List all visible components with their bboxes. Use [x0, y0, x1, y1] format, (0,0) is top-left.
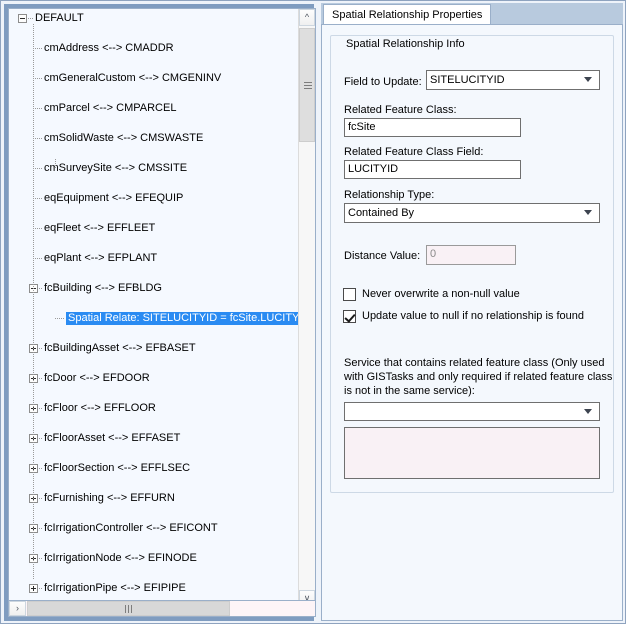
update-null-checkbox[interactable] — [343, 310, 356, 323]
tree-view[interactable]: DEFAULT cmAddress <--> CMADDR cmGeneralCus… — [8, 8, 316, 608]
tab-strip: Spatial Relationship Properties — [321, 3, 623, 25]
tree-node-label: fcFloorSection <--> EFFLSEC — [44, 461, 190, 476]
tree-connector-line — [33, 228, 42, 229]
collapse-toggle-icon[interactable] — [18, 14, 27, 23]
horizontal-scroll-thumb[interactable] — [27, 601, 230, 616]
scroll-thumb-grip-icon — [304, 82, 312, 89]
tree-node[interactable]: eqEquipment <--> EFEQUIP — [9, 191, 298, 206]
related-feature-class-field-label: Related Feature Class Field: — [344, 146, 483, 158]
tree-node[interactable]: Spatial Relate: SITELUCITYID = fcSite.LU… — [9, 311, 298, 326]
tree-node[interactable]: fcIrrigationController <--> EFICONT — [9, 521, 298, 536]
tree-pane: DEFAULT cmAddress <--> CMADDR cmGeneralCus… — [4, 4, 314, 621]
tree-connector-line — [33, 138, 42, 139]
tree-node-label: eqFleet <--> EFFLEET — [44, 221, 155, 236]
distance-value-input[interactable]: 0 — [426, 245, 516, 265]
tree-connector-line — [33, 48, 42, 49]
related-feature-class-input[interactable]: fcSite — [344, 118, 521, 137]
tree-node[interactable]: cmAddress <--> CMADDR — [9, 41, 298, 56]
service-help-line-2: with GISTasks and only required if relat… — [344, 370, 612, 384]
never-overwrite-label: Never overwrite a non-null value — [362, 288, 520, 300]
field-to-update-label: Field to Update: — [344, 76, 422, 88]
tree-node-label: fcBuildingAsset <--> EFBASET — [44, 341, 196, 356]
relationship-type-value: Contained By — [348, 207, 414, 219]
tree-node[interactable]: fcIrrigationNode <--> EFINODE — [9, 551, 298, 566]
field-to-update-value: SITELUCITYID — [430, 74, 505, 86]
tree-node-label: cmSurveySite <--> CMSSITE — [44, 161, 187, 176]
service-detail-textarea[interactable] — [344, 427, 600, 479]
related-feature-class-field-input[interactable]: LUCITYID — [344, 160, 521, 179]
tree-connector-line — [33, 168, 42, 169]
tree-connector-line — [33, 258, 42, 259]
tree-connector-line — [55, 318, 64, 319]
tree-node[interactable]: eqFleet <--> EFFLEET — [9, 221, 298, 236]
tab-spatial-relationship-properties[interactable]: Spatial Relationship Properties — [323, 4, 491, 25]
tree-horizontal-scrollbar[interactable]: ‹ › — [8, 600, 316, 617]
chevron-down-icon — [584, 210, 593, 216]
tree-node-label: cmAddress <--> CMADDR — [44, 41, 174, 56]
tree-viewport: DEFAULT cmAddress <--> CMADDR cmGeneralCus… — [9, 9, 298, 607]
field-to-update-select[interactable]: SITELUCITYID — [426, 70, 600, 90]
tree-node-label: fcFloor <--> EFFLOOR — [44, 401, 156, 416]
tree-node-label: eqPlant <--> EFPLANT — [44, 251, 157, 266]
scroll-thumb-grip-icon — [125, 605, 132, 613]
tree-node[interactable]: eqPlant <--> EFPLANT — [9, 251, 298, 266]
scroll-right-button[interactable]: › — [9, 601, 26, 616]
relationship-type-label: Relationship Type: — [344, 189, 434, 201]
tree-vertical-scrollbar[interactable]: ^ ∨ — [298, 9, 315, 607]
tree-node-label: fcBuilding <--> EFBLDG — [44, 281, 162, 296]
tree-node-label: cmGeneralCustom <--> CMGENINV — [44, 71, 221, 86]
properties-pane: Spatial Relationship Properties Spatial … — [321, 3, 623, 621]
tree-node[interactable]: fcDoor <--> EFDOOR — [9, 371, 298, 386]
tree-node-label-selected: Spatial Relate: SITELUCITYID = fcSite.LU… — [66, 312, 298, 325]
tree-node[interactable]: cmSolidWaste <--> CMSWASTE — [9, 131, 298, 146]
tree-node-list: DEFAULT cmAddress <--> CMADDR cmGeneralCus… — [9, 11, 298, 581]
distance-value-label: Distance Value: — [344, 250, 420, 262]
tree-connector-line — [33, 198, 42, 199]
group-title: Spatial Relationship Info — [343, 38, 468, 50]
tree-node[interactable]: fcBuilding <--> EFBLDG — [9, 281, 298, 296]
tree-node[interactable]: cmSurveySite <--> CMSSITE — [9, 161, 298, 176]
tree-connector-line — [33, 108, 42, 109]
never-overwrite-checkbox[interactable] — [343, 288, 356, 301]
chevron-down-icon — [584, 77, 593, 83]
tree-connector-line — [33, 78, 42, 79]
tree-node-label: fcIrrigationController <--> EFICONT — [44, 521, 218, 536]
service-help-line-1: Service that contains related feature cl… — [344, 356, 604, 370]
tree-node-label: fcFurnishing <--> EFFURN — [44, 491, 175, 506]
tree-node-label: fcFloorAsset <--> EFFASET — [44, 431, 180, 446]
service-help-line-3: is not in the same service): — [344, 384, 475, 398]
tree-node[interactable]: cmGeneralCustom <--> CMGENINV — [9, 71, 298, 86]
tree-subtrunk-line — [55, 159, 56, 169]
tree-node[interactable]: fcFloorSection <--> EFFLSEC — [9, 461, 298, 476]
tree-node-label: cmSolidWaste <--> CMSWASTE — [44, 131, 203, 146]
tab-panel-body: Spatial Relationship Info Field to Updat… — [321, 24, 623, 621]
tree-trunk-line — [33, 24, 34, 579]
tree-node-label: cmParcel <--> CMPARCEL — [44, 101, 176, 116]
tree-node-label: fcIrrigationPipe <--> EFIPIPE — [44, 581, 186, 596]
tree-node-label: fcDoor <--> EFDOOR — [44, 371, 150, 386]
tree-node-root[interactable]: DEFAULT — [9, 11, 298, 26]
tree-node-label: DEFAULT — [35, 11, 84, 26]
chevron-right-icon: › — [16, 604, 19, 613]
tree-node[interactable]: fcBuildingAsset <--> EFBASET — [9, 341, 298, 356]
tree-node[interactable]: fcFloor <--> EFFLOOR — [9, 401, 298, 416]
tree-node[interactable]: fcFloorAsset <--> EFFASET — [9, 431, 298, 446]
tree-node[interactable]: fcFurnishing <--> EFFURN — [9, 491, 298, 506]
tree-node[interactable]: cmParcel <--> CMPARCEL — [9, 101, 298, 116]
expand-toggle-icon[interactable] — [29, 584, 38, 593]
chevron-up-icon: ^ — [305, 13, 309, 22]
vertical-scroll-thumb[interactable] — [299, 28, 315, 142]
application-window: DEFAULT cmAddress <--> CMADDR cmGeneralCus… — [0, 0, 626, 624]
tree-node[interactable]: fcIrrigationPipe <--> EFIPIPE — [9, 581, 298, 596]
service-select[interactable] — [344, 402, 600, 421]
related-feature-class-label: Related Feature Class: — [344, 104, 457, 116]
tree-node-label: eqEquipment <--> EFEQUIP — [44, 191, 183, 206]
update-null-label: Update value to null if no relationship … — [362, 310, 584, 322]
relationship-type-select[interactable]: Contained By — [344, 203, 600, 223]
scroll-up-button[interactable]: ^ — [299, 9, 315, 26]
chevron-down-icon — [584, 409, 593, 415]
tree-node-label: fcIrrigationNode <--> EFINODE — [44, 551, 197, 566]
